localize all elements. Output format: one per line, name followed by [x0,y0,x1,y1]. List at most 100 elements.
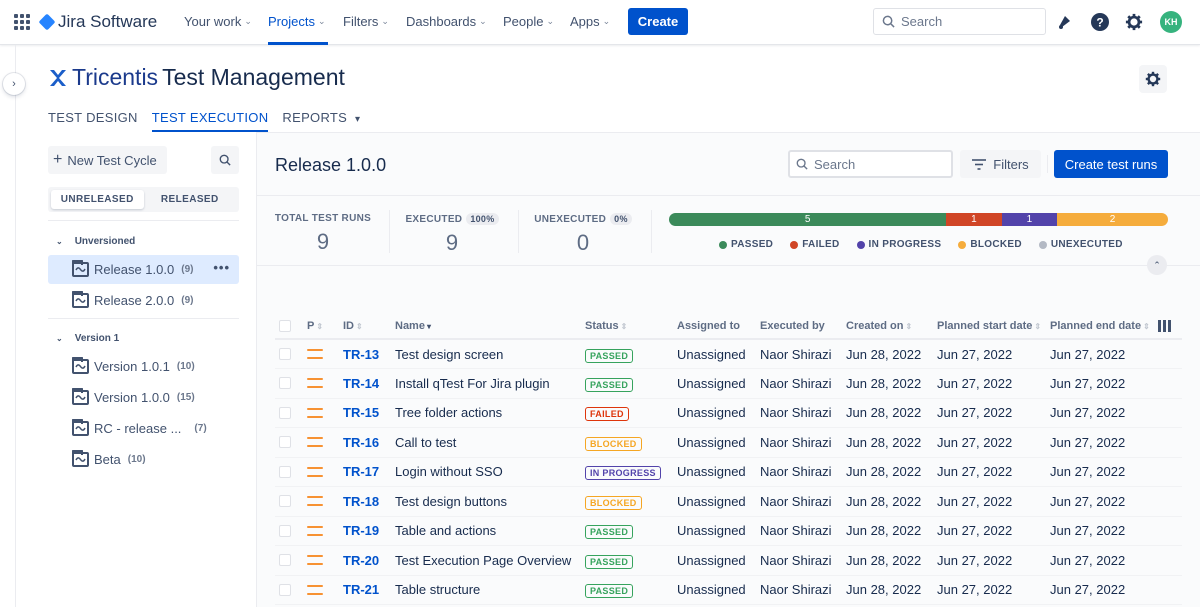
test-run-id-link[interactable]: TR-19 [343,523,379,538]
test-run-search-input[interactable]: Search [788,150,953,178]
segment-unreleased[interactable]: UNRELEASED [51,190,144,209]
row-checkbox[interactable] [279,554,291,567]
test-run-id-link[interactable]: TR-15 [343,405,379,420]
status-badge[interactable]: PASSED [585,584,634,599]
tree-item-version-1-0-0[interactable]: Version 1.0.0 (15) [48,383,239,412]
new-test-cycle-button[interactable]: + New Test Cycle [48,146,167,174]
user-avatar[interactable]: KH [1160,11,1182,33]
collapse-summary-button[interactable]: ⌃ [1147,255,1167,275]
test-run-id-link[interactable]: TR-14 [343,376,379,391]
row-checkbox[interactable] [279,465,291,478]
create-test-runs-button[interactable]: Create test runs [1054,150,1168,178]
app-settings-button[interactable] [1139,65,1167,93]
test-run-id-link[interactable]: TR-21 [343,582,379,597]
group-unversioned[interactable]: ⌄ Unversioned [56,236,135,247]
jira-logo[interactable]: Jira Software [38,12,157,32]
status-badge[interactable]: FAILED [585,407,629,422]
create-button[interactable]: Create [628,8,688,35]
row-checkbox[interactable] [279,406,291,419]
cell-created-on: Jun 28, 2022 [846,398,937,428]
row-checkbox[interactable] [279,348,291,360]
status-badge[interactable]: PASSED [585,525,634,540]
cell-id: TR-16 [343,427,395,458]
sidebar-search-button[interactable] [211,146,239,174]
col-created-on[interactable]: Created on ⇕ [846,314,937,340]
nav-apps[interactable]: Apps ⌄ [570,14,610,29]
legend-item-passed: PASSED [719,239,773,250]
row-checkbox[interactable] [279,524,291,537]
col-id[interactable]: ID ⇕ [343,314,395,340]
cell-assigned-to: Unassigned [677,486,760,517]
tree-item-release-1-0-0[interactable]: Release 1.0.0 (9) ••• [48,255,239,284]
table-row[interactable]: TR-21 Table structure PASSED Unassigned Naor… [275,575,1182,605]
nav-filters[interactable]: Filters ⌄ [343,14,389,29]
group-version-1[interactable]: ⌄ Version 1 [56,333,119,344]
expand-sidebar-button[interactable]: › [3,73,25,95]
col-planned-start[interactable]: Planned start date ⇕ [937,314,1050,340]
column-label: Name [395,320,425,332]
tab-test-execution[interactable]: TEST EXECUTION [151,110,269,132]
app-switcher-icon[interactable] [14,14,30,30]
cell-planned-end: Jun 27, 2022 [1050,545,1158,576]
settings-gear-icon[interactable] [1123,11,1145,33]
tree-item-beta[interactable]: Beta (10) [48,445,239,474]
col-status[interactable]: Status ⇕ [585,314,677,340]
test-run-id-link[interactable]: TR-18 [343,494,379,509]
tab-reports[interactable]: REPORTS ▾ [282,110,360,132]
tree-item-rc-release[interactable]: RC - release ... (7) [48,414,239,443]
col-planned-end[interactable]: Planned end date ⇕ [1050,314,1158,340]
table-row[interactable]: TR-20 Test Execution Page Overview PASSED U… [275,545,1182,576]
col-priority[interactable]: P ⇕ [307,314,343,340]
row-checkbox[interactable] [279,583,291,596]
cell-status: FAILED [585,398,677,428]
cell-assigned-to: Unassigned [677,368,760,399]
stat-percent-badge: 100% [466,213,499,225]
status-badge[interactable]: BLOCKED [585,495,642,510]
test-run-id-link[interactable]: TR-20 [343,553,379,568]
global-search-input[interactable]: Search [873,8,1046,35]
nav-dashboards[interactable]: Dashboards ⌄ [406,14,487,29]
chevron-down-icon: ▾ [355,114,361,125]
cell-spacer [1158,427,1182,458]
test-run-id-link[interactable]: TR-16 [343,435,379,450]
help-icon[interactable]: ? [1089,11,1111,33]
cell-executed-by: Naor Shirazi [760,457,846,487]
table-row[interactable]: TR-13 Test design screen PASSED Unassigned N… [275,339,1182,369]
tree-item-release-2-0-0[interactable]: Release 2.0.0 (9) [48,286,239,315]
status-badge[interactable]: IN PROGRESS [585,466,661,481]
select-all-checkbox[interactable] [279,320,291,332]
table-row[interactable]: TR-14 Install qTest For Jira plugin PASSED… [275,368,1182,399]
test-cycle-folder-icon [72,450,89,467]
col-name[interactable]: Name ▾ [395,314,585,340]
table-row[interactable]: TR-15 Tree folder actions FAILED Unassigned… [275,398,1182,428]
row-checkbox[interactable] [279,495,291,508]
test-run-id-link[interactable]: TR-17 [343,464,379,479]
col-assigned-to[interactable]: Assigned to [677,314,760,340]
cell-id: TR-20 [343,545,395,576]
status-badge[interactable]: PASSED [585,348,634,363]
column-picker-icon[interactable] [1158,320,1182,332]
nav-your-work[interactable]: Your work ⌄ [184,14,252,29]
table-row[interactable]: TR-16 Call to test BLOCKED Unassigned Naor S… [275,427,1182,458]
col-executed-by[interactable]: Executed by [760,314,846,340]
row-checkbox[interactable] [279,436,291,449]
status-badge[interactable]: PASSED [585,554,634,569]
status-badge[interactable]: PASSED [585,377,634,392]
nav-people[interactable]: People ⌄ [503,14,554,29]
table-row[interactable]: TR-18 Test design buttons BLOCKED Unassigne… [275,486,1182,517]
tab-test-design[interactable]: TEST DESIGN [48,110,138,132]
status-badge[interactable]: BLOCKED [585,436,642,451]
filters-button[interactable]: Filters [960,150,1041,178]
table-row[interactable]: TR-19 Table and actions PASSED Unassigned Na… [275,516,1182,546]
column-label: ID [343,320,354,332]
notifications-bell-icon[interactable] [1054,11,1076,33]
tree-item-version-1-0-1[interactable]: Version 1.0.1 (10) [48,352,239,381]
more-actions-icon[interactable]: ••• [213,261,230,274]
test-cycle-folder-icon [72,419,89,436]
segment-released[interactable]: RELEASED [144,190,237,209]
cell-planned-start: Jun 27, 2022 [937,398,1050,428]
row-checkbox[interactable] [279,377,291,390]
table-row[interactable]: TR-17 Login without SSO IN PROGRESS Unassig… [275,457,1182,487]
test-run-id-link[interactable]: TR-13 [343,347,379,362]
nav-projects[interactable]: Projects ⌄ [268,14,326,29]
